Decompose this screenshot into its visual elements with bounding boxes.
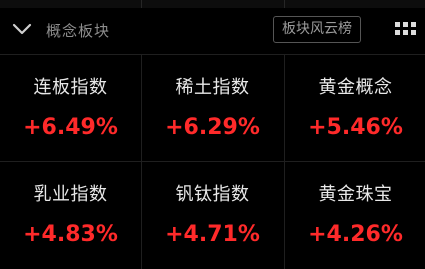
sector-name: 乳业指数 [33, 184, 108, 205]
divider [284, 0, 285, 8]
section-title: 概念板块 [46, 22, 111, 40]
sector-change: +4.83% [23, 222, 118, 247]
sector-change: +5.46% [308, 115, 403, 140]
sector-name: 连板指数 [33, 77, 108, 98]
sector-name: 稀土指数 [175, 77, 250, 98]
sector-ranking-button[interactable]: 板块风云榜 [273, 16, 361, 43]
sector-change: +6.29% [165, 115, 260, 140]
divider [141, 0, 142, 8]
sector-change: +6.49% [23, 115, 118, 140]
sector-tile[interactable]: 钒钛指数 +4.71% [142, 162, 283, 269]
section-header: 概念板块 板块风云榜 [0, 8, 425, 54]
sector-tile[interactable]: 黄金珠宝 +4.26% [285, 162, 425, 269]
sector-change: +4.26% [308, 222, 403, 247]
sector-name: 黄金珠宝 [318, 184, 393, 205]
top-scroll-band [0, 0, 425, 8]
sector-name: 钒钛指数 [175, 184, 250, 205]
sector-tile[interactable]: 稀土指数 +6.29% [142, 55, 283, 162]
sector-name: 黄金概念 [318, 77, 393, 98]
sector-tile[interactable]: 乳业指数 +4.83% [0, 162, 141, 269]
sector-change: +4.71% [165, 222, 260, 247]
grid-menu-icon[interactable] [395, 22, 417, 38]
chevron-down-icon[interactable] [12, 21, 32, 37]
sector-tile[interactable]: 连板指数 +6.49% [0, 55, 141, 162]
sector-tile[interactable]: 黄金概念 +5.46% [285, 55, 425, 162]
